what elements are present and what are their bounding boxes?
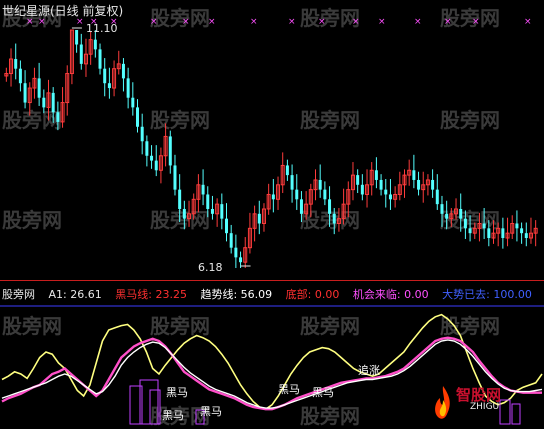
- signal-marker: ×: [414, 17, 422, 27]
- candle-body: [440, 204, 444, 214]
- candle-body: [178, 189, 182, 209]
- candle-body: [487, 228, 491, 239]
- candle-body: [23, 83, 27, 103]
- candle-body: [412, 170, 416, 180]
- candle-body: [468, 228, 472, 234]
- candle-body: [299, 199, 303, 214]
- candle-body: [379, 179, 383, 190]
- candle-body: [520, 228, 524, 234]
- signal-marker: ×: [352, 17, 360, 27]
- candle-body: [18, 68, 22, 84]
- candle-body: [515, 223, 519, 229]
- candle-body: [140, 126, 144, 142]
- candle-body: [56, 112, 60, 122]
- brand-subtitle: ZHIGU: [470, 402, 500, 412]
- candle-body: [318, 179, 322, 190]
- candle-body: [356, 175, 360, 185]
- candle-body: [98, 49, 102, 69]
- panel-divider: [0, 280, 544, 281]
- signal-marker: ×: [472, 17, 480, 27]
- signal-marker: ×: [182, 17, 190, 27]
- candle-body: [332, 213, 336, 224]
- candle-body: [121, 63, 125, 79]
- signal-bar: [511, 403, 521, 425]
- hm-annotation: 黑马: [166, 386, 188, 399]
- candle-body: [388, 194, 392, 200]
- hm-annotation: 黑马: [278, 383, 300, 396]
- candle-body: [229, 233, 233, 248]
- candle-body: [126, 78, 130, 98]
- candle-body: [234, 247, 238, 258]
- candle-body: [374, 170, 378, 180]
- candle-body: [201, 184, 205, 195]
- candle-body: [206, 194, 210, 209]
- candle-body: [173, 165, 177, 190]
- candle-body: [360, 184, 364, 195]
- candle-body: [37, 78, 41, 98]
- candle-body: [136, 107, 139, 127]
- low-price-label: 6.18: [198, 261, 223, 274]
- candle-body: [182, 208, 186, 219]
- candle-body: [131, 97, 135, 108]
- hm-annotation: 黑马: [162, 409, 184, 422]
- candle-body: [435, 189, 439, 205]
- candle-body: [328, 199, 332, 214]
- candle-body: [168, 136, 172, 166]
- signal-marker: ×: [444, 17, 452, 27]
- candle-body: [14, 59, 18, 69]
- signal-marker: ×: [288, 17, 296, 27]
- candle-body: [257, 213, 261, 224]
- candle-body: [501, 228, 505, 239]
- candle-body: [93, 39, 97, 50]
- candle-body: [42, 97, 46, 108]
- signal-marker: ×: [318, 17, 326, 27]
- candle-body: [210, 208, 214, 214]
- candle-body: [103, 68, 107, 84]
- candle-body: [239, 257, 243, 263]
- candle-body: [271, 194, 275, 200]
- candle-body: [482, 223, 486, 229]
- candle-body: [290, 175, 294, 190]
- chart-title: 世纪星源(日线 前复权): [2, 4, 124, 18]
- candle-body: [295, 189, 299, 200]
- candle-body: [107, 83, 111, 89]
- candle-body: [154, 160, 158, 171]
- high-price-label: 11.10: [86, 22, 118, 35]
- signal-bar: [139, 379, 159, 425]
- chase-annotation: 追涨: [358, 364, 380, 377]
- signal-marker: ×: [524, 17, 532, 27]
- candle-body: [431, 179, 435, 190]
- signal-marker: ×: [378, 17, 386, 27]
- candle-body: [51, 92, 55, 113]
- candle-body: [459, 208, 463, 219]
- signal-marker: ×: [150, 17, 158, 27]
- candle-body: [220, 204, 224, 219]
- candle-body: [323, 189, 327, 200]
- candle-body: [417, 179, 421, 190]
- flame-logo-icon: [432, 384, 454, 422]
- candle-body: [285, 165, 289, 176]
- candle-body: [225, 218, 228, 234]
- candle-body: [79, 44, 83, 64]
- signal-marker: ×: [250, 17, 258, 27]
- candle-body: [384, 189, 388, 195]
- price-candlestick-chart: × × × × × × × × × × × × × × × × ×: [4, 17, 538, 268]
- candle-body: [75, 30, 79, 45]
- candle-body: [524, 233, 528, 239]
- candle-body: [150, 155, 154, 161]
- candle-body: [445, 213, 449, 219]
- indicator-chart: [0, 305, 544, 425]
- signal-marker: ×: [208, 17, 216, 27]
- candle-body: [463, 218, 467, 229]
- candle-body: [145, 141, 149, 156]
- hm-annotation: 黑马: [200, 405, 222, 418]
- hm-annotation: 黑马: [312, 386, 334, 399]
